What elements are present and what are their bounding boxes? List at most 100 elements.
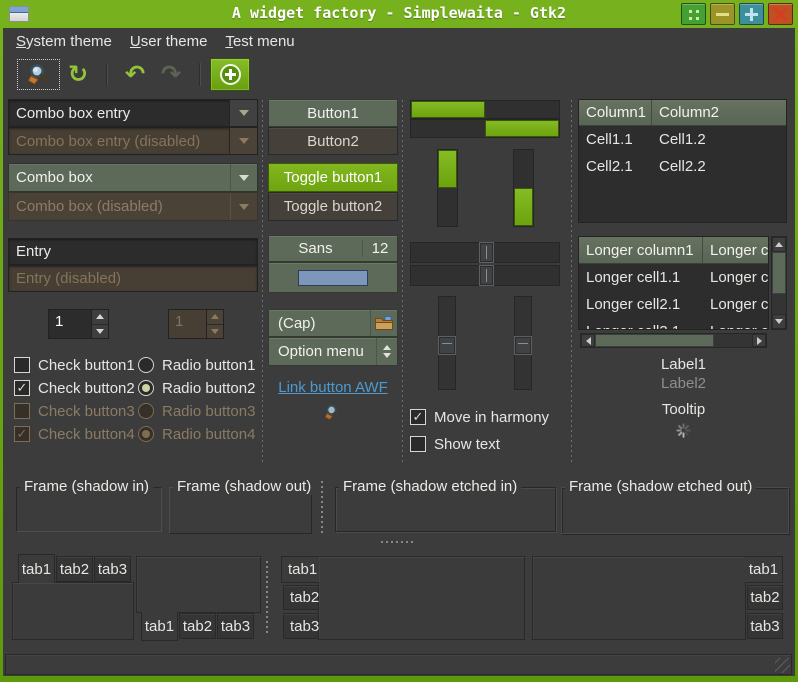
toolbar-add-button[interactable]: [210, 58, 250, 91]
notebook4-tab3[interactable]: tab3: [747, 613, 783, 639]
tree2-column2-header[interactable]: Longer co: [703, 237, 768, 264]
radio-2[interactable]: [138, 380, 154, 396]
checkbox-4: [14, 426, 30, 442]
combo-box-entry[interactable]: Combo box entry: [8, 99, 258, 127]
table-row[interactable]: Cell2.1 Cell2.2: [579, 153, 786, 180]
button2[interactable]: Button2: [268, 127, 398, 155]
harmony-row: Move in harmony: [408, 406, 568, 428]
toggle-button1[interactable]: Toggle button1: [268, 163, 398, 192]
scroll-right-icon[interactable]: [752, 334, 766, 347]
progressbar-vertical-bottom: [513, 149, 534, 227]
move-in-harmony-checkbox[interactable]: [410, 409, 426, 425]
column-separator: [571, 100, 572, 463]
text-entry[interactable]: Entry: [8, 238, 258, 265]
scroll-left-icon[interactable]: [581, 334, 595, 347]
window-menu-button[interactable]: [681, 3, 706, 25]
link-button[interactable]: Link button AWF: [268, 379, 398, 396]
notebook2-tab2[interactable]: tab2: [179, 613, 216, 639]
toolbar-undo-button[interactable]: ↶: [117, 59, 153, 90]
scale-handle[interactable]: [479, 242, 494, 263]
redo-icon: ↷: [161, 62, 181, 86]
vscale-1[interactable]: [438, 296, 456, 390]
tree2-vertical-scrollbar[interactable]: [771, 236, 787, 330]
table-row[interactable]: Longer cell3.1 Longer ce: [579, 318, 768, 330]
checkbox-1[interactable]: [14, 357, 30, 373]
toolbar-refresh-button[interactable]: ↻: [60, 59, 96, 90]
hscale-1[interactable]: [410, 242, 560, 263]
table-row[interactable]: Cell1.1 Cell1.2: [579, 126, 786, 153]
spinner-icon: [676, 423, 691, 438]
radio-2-label: Radio button2: [162, 380, 255, 397]
notebook1-tab3[interactable]: tab3: [94, 556, 131, 582]
progress-fill: [514, 188, 533, 226]
tree2-column1-header[interactable]: Longer column1: [579, 237, 703, 264]
show-text-checkbox[interactable]: [410, 436, 426, 452]
scroll-up-icon[interactable]: [772, 237, 786, 252]
window-title: A widget factory - Simplewaita - Gtk2: [0, 4, 798, 22]
notebook1-tab1[interactable]: tab1: [18, 554, 55, 583]
dropdown-icon: [239, 204, 249, 210]
toggle-button2[interactable]: Toggle button2: [268, 192, 398, 221]
treeview-2[interactable]: Longer column1 Longer co Longer cell1.1 …: [578, 236, 769, 330]
titlebar[interactable]: A widget factory - Simplewaita - Gtk2: [0, 0, 798, 28]
checkbox-1-label: Check button1: [38, 357, 135, 374]
scroll-down-icon[interactable]: [772, 314, 786, 329]
scale-handle[interactable]: [479, 265, 494, 286]
scale-handle[interactable]: [514, 336, 532, 355]
spin-up-icon[interactable]: [92, 310, 108, 324]
notebook3-tab1[interactable]: tab1: [281, 556, 319, 583]
spin-down-icon[interactable]: [92, 324, 108, 339]
notebook4-content: [532, 556, 746, 640]
dropdown-icon: [239, 138, 249, 144]
resize-grip[interactable]: [775, 658, 790, 673]
scrollbar-thumb[interactable]: [772, 252, 786, 294]
minimize-button[interactable]: [710, 3, 735, 25]
scale-handle[interactable]: [438, 336, 456, 355]
close-button[interactable]: [768, 3, 793, 25]
notebook2-tab3[interactable]: tab3: [217, 613, 254, 639]
scrollbar-thumb[interactable]: [595, 334, 714, 347]
notebook2-tab1[interactable]: tab1: [141, 612, 178, 641]
menu-dots-icon: [689, 10, 692, 13]
checkbox-2[interactable]: [14, 380, 30, 396]
refresh-icon: ↻: [68, 62, 88, 86]
file-chooser-button[interactable]: (Cap): [268, 309, 398, 337]
menu-test-menu[interactable]: Test menu: [216, 28, 303, 56]
button1[interactable]: Button1: [268, 99, 398, 127]
tree1-column1-header[interactable]: Column1: [579, 100, 652, 126]
window: A widget factory - Simplewaita - Gtk2 Sy…: [0, 0, 798, 682]
tree2-horizontal-scrollbar[interactable]: [580, 333, 767, 348]
toolbar-find-replace-button[interactable]: [17, 59, 60, 90]
hscale-2[interactable]: [410, 265, 560, 286]
checkbox-3: [14, 403, 30, 419]
progressbar-right: [410, 119, 560, 138]
dropdown-icon: [239, 110, 249, 116]
table-row[interactable]: Longer cell1.1 Longer ce: [579, 264, 768, 291]
notebook4-tab2[interactable]: tab2: [747, 585, 783, 610]
label2: Label2: [576, 375, 791, 392]
menu-system-theme[interactable]: System theme: [7, 28, 121, 56]
notebook1-tab2[interactable]: tab2: [56, 556, 93, 582]
tree1-column2-header[interactable]: Column2: [652, 100, 786, 126]
notebook4-tab1[interactable]: tab1: [745, 556, 783, 583]
color-button[interactable]: [268, 262, 398, 293]
radio-1[interactable]: [138, 357, 154, 373]
font-button[interactable]: Sans 12: [268, 235, 398, 262]
notebook3-tab3[interactable]: tab3: [283, 613, 319, 639]
maximize-button[interactable]: [739, 3, 764, 25]
spin-button[interactable]: 1: [48, 309, 109, 339]
menu-user-theme[interactable]: User theme: [121, 28, 217, 56]
combo-box-entry-disabled: Combo box entry (disabled): [8, 127, 258, 155]
panel-progress: Move in harmony Show text: [408, 92, 568, 465]
notebook-separator: [266, 561, 268, 635]
table-row[interactable]: Longer cell2.1 Longer ce: [579, 291, 768, 318]
check-radio-row: Check button3 Radio button3: [8, 400, 258, 422]
vscale-2[interactable]: [514, 296, 532, 390]
combo-box[interactable]: Combo box: [8, 163, 258, 192]
option-menu[interactable]: Option menu: [268, 337, 398, 366]
notebook3-tab2[interactable]: tab2: [283, 585, 319, 610]
progressbar-vertical-top: [437, 149, 458, 227]
treeview-1[interactable]: Column1 Column2 Cell1.1 Cell1.2 Cell2.1 …: [578, 99, 787, 223]
close-icon: [773, 7, 788, 22]
progress-fill: [438, 150, 457, 188]
